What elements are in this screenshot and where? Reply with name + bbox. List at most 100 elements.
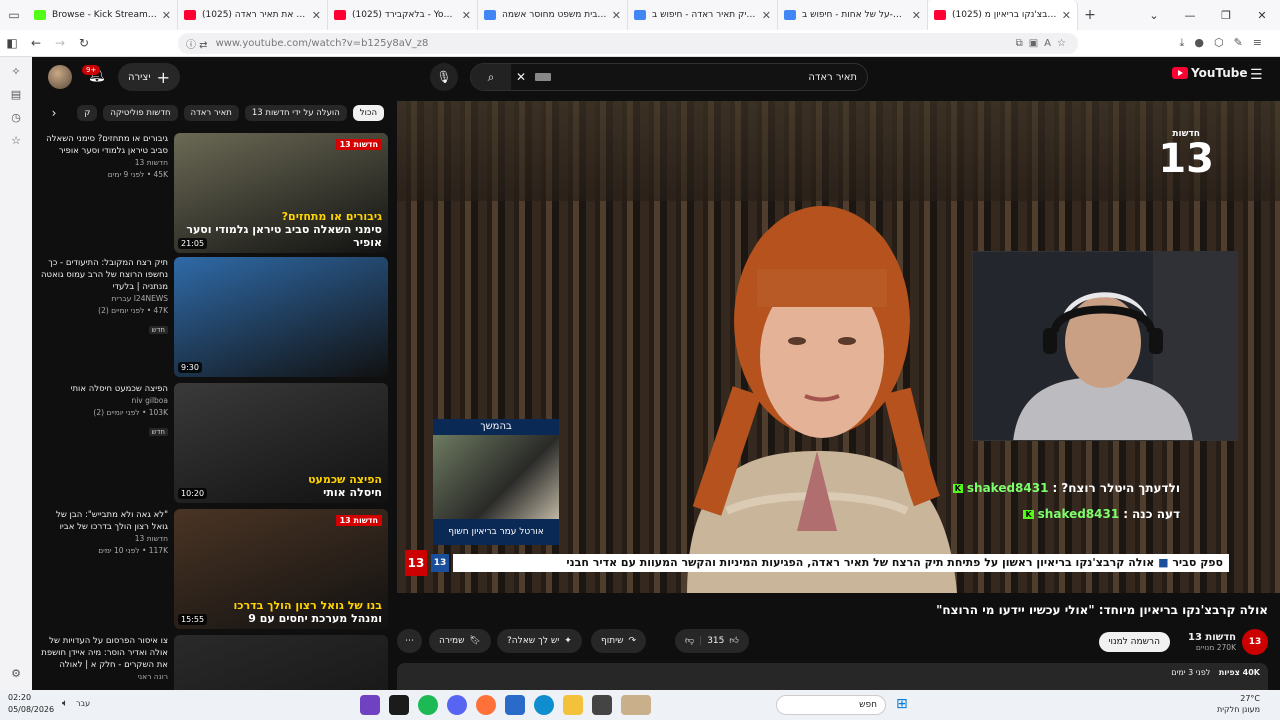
like-dislike-button[interactable]: 👍︎ 315 | 👎︎ [675, 629, 749, 653]
clock[interactable]: 02:20 05/08/2026 [8, 692, 54, 716]
recommendation-item[interactable]: 9:30 תיק רצח המקובל: התיעודים - כך נחשפו … [40, 257, 388, 377]
start-button-icon[interactable]: ⊞ [896, 696, 908, 712]
restore-button[interactable]: ❐ [1208, 9, 1244, 22]
site-info-icon[interactable]: ⓘ ⇄ [186, 36, 208, 51]
chat-message: דעה כנה: shaked8431 K [1023, 507, 1180, 521]
recommendation-title[interactable]: גיבורים או מתחזים? סימני השאלה סביב טירא… [40, 133, 168, 157]
tab-close-icon[interactable]: ✕ [612, 9, 621, 22]
browser-tab[interactable]: Browse - Kick Streaming ✕ [28, 0, 178, 30]
favorites-icon[interactable]: ☆ [11, 134, 21, 147]
subscribe-button[interactable]: הרשמה למנוי [1098, 632, 1170, 652]
filter-chip[interactable]: חדשות פוליטיקה [103, 105, 178, 121]
browser-tab[interactable]: תיק תאיר ראדה - חיפוש ב-Google ✕ [628, 0, 778, 30]
recommendation-item[interactable]: חדשות 13 גיבורים או מתחזים? סימני השאלה סב… [40, 133, 388, 253]
save-button[interactable]: 🔖︎ שמירה [429, 629, 491, 653]
tab-actions-icon[interactable]: ▭ [0, 0, 28, 30]
recommendation-item[interactable]: חדשות 13 בנו של גואל רצון הולך בדרכו ומנהל… [40, 509, 388, 629]
tab-close-icon[interactable]: ✕ [312, 9, 321, 22]
edge-icon[interactable] [534, 695, 554, 715]
search-box[interactable]: ⌕ ✕ תאיר ראדה [470, 63, 868, 91]
tab-close-icon[interactable]: ✕ [912, 9, 921, 22]
game-icon[interactable] [621, 695, 651, 715]
youtube-header: 🔔︎ 9+ יצירה + 🎙︎ ⌕ ✕ תאיר ראדה YouTube ☰ [32, 57, 1280, 97]
recommendation-thumbnail[interactable]: לספר על היום הראשון של [174, 635, 388, 690]
tab-list-icon[interactable]: ⌄ [1136, 9, 1172, 22]
guide-menu-icon[interactable]: ☰ [1250, 67, 1263, 83]
app-icon[interactable] [505, 695, 525, 715]
minimize-button[interactable]: — [1172, 9, 1208, 22]
more-actions-button[interactable]: ⋯ [397, 629, 422, 653]
youtube-logo[interactable]: YouTube [1172, 66, 1248, 80]
filter-chip[interactable]: ק [77, 105, 98, 121]
collections-icon[interactable]: ▤ [11, 88, 21, 101]
speaker-icon[interactable]: 🔈︎ [62, 698, 76, 709]
recommendation-title[interactable]: "לא גאה ולא מתבייש": הבן של גואל רצון הו… [40, 509, 168, 533]
spotify-icon[interactable] [418, 695, 438, 715]
channel-name[interactable]: חדשות 13 [1188, 632, 1236, 643]
browser-tab[interactable]: (1025) מי רצח את תאיר ראדה? ✕ [178, 0, 328, 30]
channel-avatar[interactable]: 13 [1242, 629, 1268, 655]
url-tools-icons[interactable]: ⧉▣A☆ [1016, 38, 1072, 49]
recommendation-channel[interactable]: niv gilboa [40, 395, 168, 407]
recommendation-channel[interactable]: חדשות 13 [40, 533, 168, 545]
system-tray[interactable]: 🔈︎עבר [62, 698, 90, 709]
recommendation-thumbnail[interactable]: חדשות 13 בנו של גואל רצון הולך בדרכו ומנהל… [174, 509, 388, 629]
history-icon[interactable]: ◷ [11, 111, 21, 124]
sidebar-toggle-icon[interactable]: ◧ [0, 36, 24, 50]
recommendation-title[interactable]: צו איסור הפרסום על העדויות של אולה ואדיר… [40, 635, 168, 671]
dislike-icon[interactable]: 👎︎ [685, 636, 694, 646]
recommendation-channel[interactable]: I24NEWS עברית [40, 293, 168, 305]
teams-icon[interactable] [360, 695, 380, 715]
url-field[interactable]: ⓘ ⇄ www.youtube.com/watch?v=b125y8aV_z8 … [178, 33, 1078, 54]
recommendation-thumbnail[interactable]: חדשות 13 גיבורים או מתחזים? סימני השאלה סב… [174, 133, 388, 253]
copilot-icon[interactable]: ✧ [11, 65, 20, 78]
chips-next-icon[interactable]: › [44, 103, 64, 123]
keyboard-icon[interactable] [535, 73, 551, 81]
search-input[interactable]: תאיר ראדה [551, 72, 867, 83]
recommendation-item[interactable]: לספר על היום הראשון שלצו איסור הפרסום על… [40, 635, 388, 690]
recommendation-thumbnail[interactable]: הפיצה שכמעט חיסלה אותי 10:20 [174, 383, 388, 503]
taskbar-search[interactable]: חפש [776, 695, 886, 715]
video-player[interactable]: חדשות 13 בהמשך אורטל עמר בריאיון חשוף ול… [397, 101, 1280, 593]
recommendation-thumbnail[interactable]: 9:30 [174, 257, 388, 377]
language-indicator[interactable]: עבר [76, 699, 90, 708]
file-explorer-icon[interactable] [563, 695, 583, 715]
voice-search-icon[interactable]: 🎙︎ [430, 63, 458, 91]
toolbar-icons[interactable]: ⤓●⬡✎≡ [1180, 36, 1273, 50]
back-button[interactable]: ← [24, 36, 48, 50]
create-button[interactable]: יצירה + [118, 63, 180, 91]
discord-icon[interactable] [447, 695, 467, 715]
ask-button[interactable]: ✦ יש לך שאלה? [497, 629, 582, 653]
tab-close-icon[interactable]: ✕ [762, 9, 771, 22]
settings-icon[interactable]: ⚙ [11, 667, 21, 680]
search-button[interactable]: ⌕ [471, 64, 511, 90]
epic-icon[interactable] [389, 695, 409, 715]
account-avatar[interactable] [48, 65, 72, 89]
new-tab-button[interactable]: + [1078, 7, 1102, 23]
recommendation-title[interactable]: תיק רצח המקובל: התיעודים - כך נחשפו הרוצ… [40, 257, 168, 293]
filter-chip[interactable]: הועלה על ידי חדשות 13 [244, 105, 347, 121]
tab-close-icon[interactable]: ✕ [462, 9, 471, 22]
tab-close-icon[interactable]: ✕ [162, 9, 171, 22]
filter-chip[interactable]: תאיר ראדה [183, 105, 239, 121]
forward-button[interactable]: → [48, 36, 72, 50]
recommendation-title[interactable]: הפיצה שכמעט חיסלה אותי [40, 383, 168, 395]
share-button[interactable]: ↷ שיתוף [591, 629, 647, 653]
tab-close-icon[interactable]: ✕ [1062, 9, 1071, 22]
browser-tab[interactable]: (1025) בלאקבירד - YouTube ✕ [328, 0, 478, 30]
weather-widget[interactable]: 27°C מעונן חלקית [1217, 693, 1260, 715]
recommendation-channel[interactable]: רונה ראני [40, 671, 169, 683]
browser-tab[interactable]: זכייה בבית משפט מחוסר אשמה ✕ [478, 0, 628, 30]
recommendation-item[interactable]: הפיצה שכמעט חיסלה אותי 10:20 הפיצה שכמעט חי… [40, 383, 388, 503]
description-box[interactable]: 40K צפיות לפני 3 ימים [397, 663, 1268, 690]
recommendation-channel[interactable]: חדשות 13 [40, 157, 168, 169]
clear-search-icon[interactable]: ✕ [511, 70, 531, 84]
browser-tab[interactable]: על של אחות - חיפוש ב-Google ✕ [778, 0, 928, 30]
like-icon[interactable]: 👍︎ [729, 636, 738, 646]
firefox-icon[interactable] [476, 695, 496, 715]
close-window-button[interactable]: ✕ [1244, 9, 1280, 22]
filter-chip[interactable]: הכול [352, 105, 384, 121]
reload-button[interactable]: ↻ [72, 36, 96, 50]
browser-tab[interactable]: (1025) אולה קרבצ'נקו בריאיון מ ✕ [928, 0, 1078, 30]
terminal-icon[interactable] [592, 695, 612, 715]
